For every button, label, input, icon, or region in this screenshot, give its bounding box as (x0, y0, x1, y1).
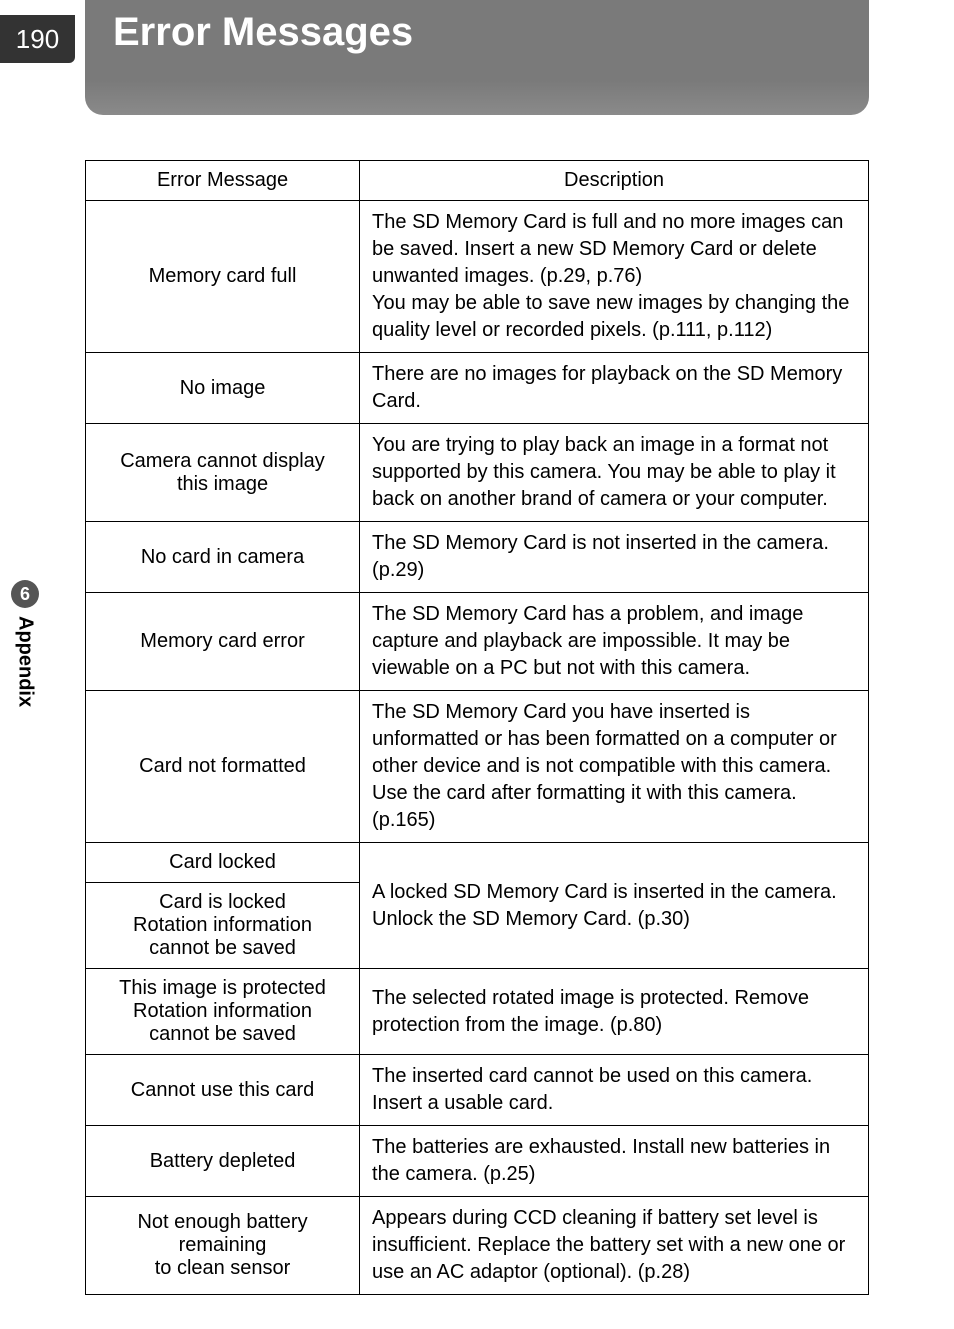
error-desc-cell: The selected rotated image is protected.… (360, 969, 869, 1055)
error-msg-cell: Card locked (86, 843, 360, 883)
error-msg-cell: Memory card full (86, 201, 360, 353)
chapter-number-badge: 6 (11, 580, 39, 608)
error-msg-cell: No card in camera (86, 522, 360, 593)
error-msg-cell: No image (86, 353, 360, 424)
table-row: Memory card error The SD Memory Card has… (86, 593, 869, 691)
error-messages-table: Error Message Description Memory card fu… (85, 160, 869, 1295)
title-banner: Error Messages (85, 0, 869, 115)
table-row: No card in camera The SD Memory Card is … (86, 522, 869, 593)
error-desc-cell: The SD Memory Card is full and no more i… (360, 201, 869, 353)
error-desc-cell: Appears during CCD cleaning if battery s… (360, 1197, 869, 1295)
error-desc-cell: You are trying to play back an image in … (360, 424, 869, 522)
error-desc-cell: The batteries are exhausted. Install new… (360, 1126, 869, 1197)
header-description: Description (360, 161, 869, 201)
error-desc-cell: There are no images for playback on the … (360, 353, 869, 424)
table-row: Memory card full The SD Memory Card is f… (86, 201, 869, 353)
error-msg-cell: Not enough batteryremainingto clean sens… (86, 1197, 360, 1295)
page-number: 190 (0, 15, 75, 63)
table-row: This image is protectedRotation informat… (86, 969, 869, 1055)
table-row: Card locked A locked SD Memory Card is i… (86, 843, 869, 883)
table-row: Battery depleted The batteries are exhau… (86, 1126, 869, 1197)
table-row: Camera cannot displaythis image You are … (86, 424, 869, 522)
header-error-message: Error Message (86, 161, 360, 201)
table-row: No image There are no images for playbac… (86, 353, 869, 424)
table-row: Cannot use this card The inserted card c… (86, 1055, 869, 1126)
error-msg-cell: Card not formatted (86, 691, 360, 843)
error-msg-cell: Card is lockedRotation informationcannot… (86, 883, 360, 969)
chapter-label: Appendix (14, 616, 37, 707)
error-desc-cell: The SD Memory Card is not inserted in th… (360, 522, 869, 593)
page-title: Error Messages (113, 10, 413, 55)
content-area: Error Message Description Memory card fu… (85, 160, 869, 1295)
error-desc-cell: The SD Memory Card you have inserted is … (360, 691, 869, 843)
error-msg-cell: Cannot use this card (86, 1055, 360, 1126)
error-msg-cell: Memory card error (86, 593, 360, 691)
table-row: Card not formatted The SD Memory Card yo… (86, 691, 869, 843)
table-row: Not enough batteryremainingto clean sens… (86, 1197, 869, 1295)
error-msg-cell: This image is protectedRotation informat… (86, 969, 360, 1055)
side-tab: 6 Appendix (0, 580, 50, 707)
table-header-row: Error Message Description (86, 161, 869, 201)
error-msg-cell: Battery depleted (86, 1126, 360, 1197)
error-desc-cell: A locked SD Memory Card is inserted in t… (360, 843, 869, 969)
error-desc-cell: The SD Memory Card has a problem, and im… (360, 593, 869, 691)
error-msg-cell: Camera cannot displaythis image (86, 424, 360, 522)
error-desc-cell: The inserted card cannot be used on this… (360, 1055, 869, 1126)
